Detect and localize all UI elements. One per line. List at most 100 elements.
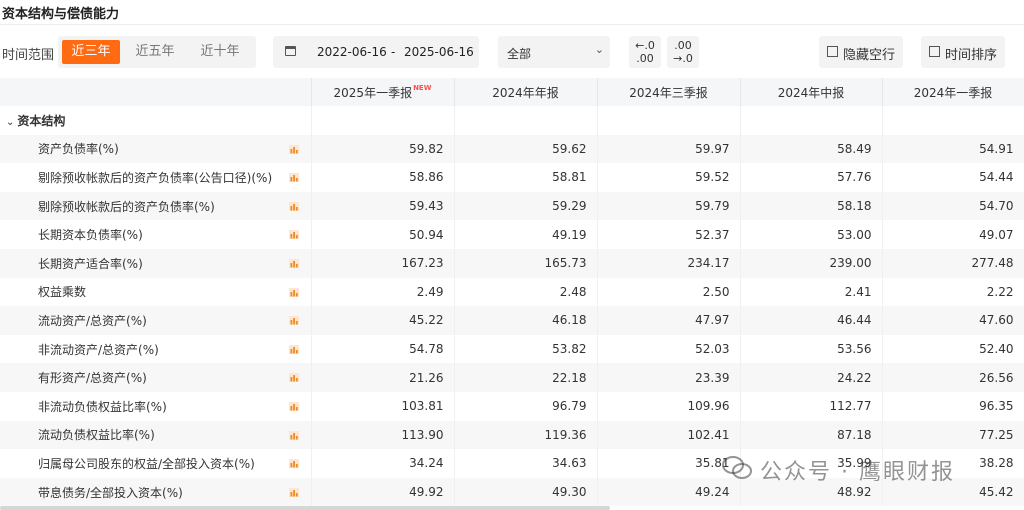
bar-chart-icon[interactable]	[288, 230, 299, 240]
horizontal-scrollbar[interactable]	[0, 506, 610, 510]
section-row[interactable]: ⌄ 资本结构	[0, 106, 1024, 135]
value-cell: 52.37	[597, 220, 741, 249]
row-label-text: 非流动负债权益比率(%)	[38, 399, 167, 414]
row-label: 剔除预收帐款后的资产负债率(公告口径)(%)	[0, 163, 312, 192]
range-10y-button[interactable]: 近十年	[190, 40, 250, 64]
value-cell: 22.18	[454, 363, 598, 392]
value-cell: 96.35	[882, 391, 1024, 421]
bar-chart-icon[interactable]	[288, 401, 299, 411]
table-row: 非流动负债权益比率(%) 103.81 96.79 109.96 112.77 96.35	[0, 391, 1024, 421]
date-end[interactable]: 2025-06-16	[404, 45, 474, 59]
value-cell: 109.96	[597, 391, 741, 421]
value-cell: 46.44	[740, 306, 883, 335]
watermark: 公众号 · 鹰眼财报	[722, 452, 1022, 486]
bar-chart-icon[interactable]	[288, 201, 299, 211]
bar-chart-icon[interactable]	[288, 344, 299, 354]
value-cell: 35.81	[597, 449, 741, 478]
value-cell: 165.73	[454, 248, 598, 278]
row-label: 流动负债权益比率(%)	[0, 420, 312, 450]
row-label-text: 带息债务/全部投入资本(%)	[38, 485, 183, 500]
bar-chart-icon[interactable]	[288, 316, 299, 326]
chevron-down-icon: ⌄	[6, 116, 15, 128]
row-label: 资产负债率(%)	[0, 134, 312, 164]
section-title[interactable]: ⌄ 资本结构	[0, 106, 312, 135]
data-table: 2025年一季报NEW 2024年年报 2024年三季报 2024年中报 202…	[0, 78, 1024, 507]
bar-chart-icon[interactable]	[288, 430, 299, 440]
bar-chart-icon[interactable]	[288, 258, 299, 268]
bar-chart-icon[interactable]	[288, 459, 299, 469]
bar-chart-icon[interactable]	[288, 287, 299, 297]
value-cell: 49.92	[311, 477, 455, 507]
column-header[interactable]: 2024年中报	[740, 78, 883, 106]
hide-empty-rows-label: 隐藏空行	[843, 48, 896, 63]
value-cell: 52.03	[597, 334, 741, 364]
row-label: 长期资产适合率(%)	[0, 248, 312, 278]
sort-icon	[929, 46, 940, 57]
value-cell: 77.25	[882, 420, 1024, 450]
bar-chart-icon[interactable]	[288, 173, 299, 183]
time-sort-button[interactable]: 时间排序	[921, 36, 1005, 68]
row-label-text: 流动资产/总资产(%)	[38, 313, 147, 328]
value-cell: 52.40	[882, 334, 1024, 364]
date-start[interactable]: 2022-06-16	[317, 45, 387, 59]
row-label: 流动资产/总资产(%)	[0, 306, 312, 335]
bar-chart-icon[interactable]	[288, 487, 299, 497]
hide-empty-rows-button[interactable]: 隐藏空行	[819, 36, 903, 68]
hide-icon	[827, 46, 838, 57]
date-range-picker[interactable]: 2022-06-16 - 2025-06-16	[273, 36, 479, 68]
bar-chart-icon[interactable]	[288, 373, 299, 383]
row-label: 有形资产/总资产(%)	[0, 363, 312, 392]
value-cell: 58.86	[311, 163, 455, 192]
column-header[interactable]: 2025年一季报NEW	[311, 78, 455, 106]
bar-chart-icon[interactable]	[288, 144, 299, 154]
value-cell: 59.82	[311, 134, 455, 164]
decimal-increase-button[interactable]: ←.0 .00	[629, 36, 661, 68]
filter-bar: 时间范围 近三年 近五年 近十年 2022-06-16 - 2025-06-16…	[0, 36, 1024, 68]
value-cell: 26.56	[882, 363, 1024, 392]
value-cell: 167.23	[311, 248, 455, 278]
decimal-decrease-line2: →.0	[673, 52, 693, 65]
value-cell: 54.70	[882, 191, 1024, 221]
value-cell: 59.43	[311, 191, 455, 221]
value-cell: 2.22	[882, 277, 1024, 307]
column-header[interactable]: 2024年一季报	[882, 78, 1024, 106]
row-label-text: 权益乘数	[38, 285, 87, 300]
row-label-text: 剔除预收帐款后的资产负债率(%)	[38, 199, 215, 214]
value-cell: 234.17	[597, 248, 741, 278]
value-cell: 277.48	[882, 248, 1024, 278]
value-cell: 58.18	[740, 191, 883, 221]
range-3y-button[interactable]: 近三年	[62, 40, 120, 64]
decimal-decrease-button[interactable]: .00 →.0	[667, 36, 699, 68]
row-label: 权益乘数	[0, 277, 312, 307]
table-row: 剔除预收帐款后的资产负债率(公告口径)(%) 58.86 58.81 59.52 57.…	[0, 163, 1024, 192]
value-cell: 54.91	[882, 134, 1024, 164]
range-label: 时间范围	[2, 48, 55, 63]
value-cell: 59.52	[597, 163, 741, 192]
range-5y-button[interactable]: 近五年	[125, 40, 185, 64]
row-label: 带息债务/全部投入资本(%)	[0, 477, 312, 507]
table-row: 非流动资产/总资产(%) 54.78 53.82 52.03 53.56 52.40	[0, 334, 1024, 364]
table-row: 流动负债权益比率(%) 113.90 119.36 102.41 87.18 77.25	[0, 420, 1024, 450]
value-cell: 103.81	[311, 391, 455, 421]
value-cell: 102.41	[597, 420, 741, 450]
column-header[interactable]: 2024年年报	[454, 78, 598, 106]
report-type-select[interactable]: 全部 ⌄	[498, 36, 610, 68]
row-label-text: 流动负债权益比率(%)	[38, 428, 155, 443]
value-cell: 46.18	[454, 306, 598, 335]
range-toggle-group: 近三年 近五年 近十年	[58, 36, 256, 68]
row-label: 非流动负债权益比率(%)	[0, 391, 312, 421]
column-header[interactable]: 2024年三季报	[597, 78, 741, 106]
row-label-text: 长期资本负债率(%)	[38, 228, 143, 243]
value-cell: 119.36	[454, 420, 598, 450]
value-cell: 2.48	[454, 277, 598, 307]
value-cell: 96.79	[454, 391, 598, 421]
row-label-text: 资产负债率(%)	[38, 142, 119, 157]
row-label-text: 非流动资产/总资产(%)	[38, 342, 159, 357]
value-cell: 239.00	[740, 248, 883, 278]
table-row: 流动资产/总资产(%) 45.22 46.18 47.97 46.44 47.60	[0, 306, 1024, 335]
value-cell: 34.63	[454, 449, 598, 478]
section-label: 资本结构	[17, 113, 66, 128]
new-badge: NEW	[413, 83, 432, 92]
row-label-text: 有形资产/总资产(%)	[38, 371, 147, 386]
value-cell: 49.30	[454, 477, 598, 507]
